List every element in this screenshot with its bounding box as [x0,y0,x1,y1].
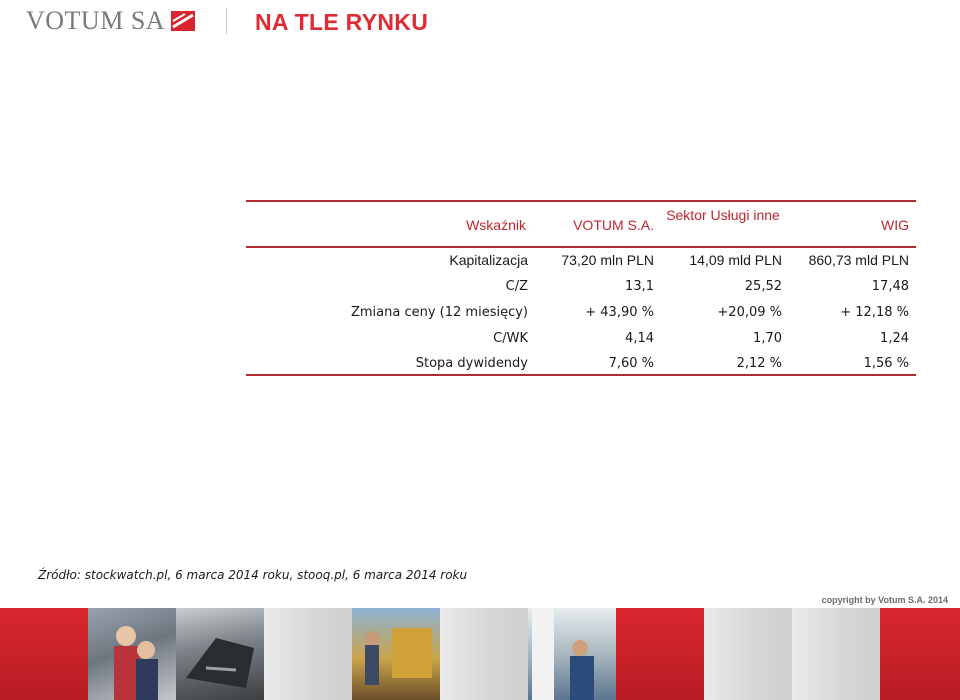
table-bottom-rule [246,374,916,376]
grey-tile [440,608,528,700]
cell-wig: 860,73 mld PLN [808,252,909,268]
column-header-votum: VOTUM S.A. [573,217,654,233]
column-header-sector: Sektor Usługi inne [666,207,780,223]
builder-illustration [532,608,594,700]
photo-children [88,608,176,700]
red-tile [880,608,960,700]
table-top-rule [246,200,916,202]
cell-sector: 2,12 % [736,356,782,371]
red-tile [616,608,704,700]
cell-sector: 14,09 mld PLN [689,252,782,268]
table-row: Stopa dywidendy 7,60 % 2,12 % 1,56 % [246,352,916,376]
cell-sector: +20,09 % [717,305,782,320]
table-row: Zmiana ceny (12 miesięcy) + 43,90 % +20,… [246,301,916,325]
source-note: Źródło: stockwatch.pl, 6 marca 2014 roku… [38,568,468,582]
page-title: NA TLE RYNKU [255,9,429,35]
column-header-wig: WIG [881,217,909,233]
photo-construction [528,608,616,700]
cell-votum: 4,14 [625,331,654,346]
worker-illustration [365,628,432,685]
children-illustration [114,626,158,700]
cell-wig: 17,48 [871,279,909,294]
photo-car-accident [176,608,264,700]
row-label: Zmiana ceny (12 miesięcy) [350,305,528,320]
grey-tile [704,608,792,700]
row-label: C/Z [505,279,528,294]
table-row: C/Z 13,1 25,52 17,48 [246,275,916,299]
cell-wig: + 12,18 % [840,305,909,320]
cell-wig: 1,56 % [863,356,909,371]
votum-logo: VOTUM SA [26,7,197,35]
header: VOTUM SA NA TLE RYNKU [0,0,960,40]
grey-tile [792,608,880,700]
table-row: Kapitalizacja 73,20 mln PLN 14,09 mld PL… [246,248,916,272]
cell-votum: 13,1 [625,279,654,294]
red-tile [0,608,88,700]
footer-image-strip [0,608,960,700]
cell-votum: 7,60 % [608,356,654,371]
row-label: C/WK [493,331,528,346]
cell-sector: 1,70 [753,331,782,346]
logo-text: VOTUM SA [26,6,166,35]
cell-sector: 25,52 [744,279,782,294]
row-label: Stopa dywidendy [415,356,528,371]
copyright-note: copyright by Votum S.A. 2014 [821,595,948,605]
cell-wig: 1,24 [880,331,909,346]
grey-tile [264,608,352,700]
photo-agriculture [352,608,440,700]
cell-votum: 73,20 mln PLN [561,252,654,268]
header-divider [226,8,227,34]
row-label: Kapitalizacja [449,252,528,268]
cell-votum: + 43,90 % [585,305,654,320]
logo-mark-icon [171,11,196,31]
column-header-indicator: Wskaźnik [466,217,526,233]
car-illustration [186,638,254,688]
table-row: C/WK 4,14 1,70 1,24 [246,327,916,351]
